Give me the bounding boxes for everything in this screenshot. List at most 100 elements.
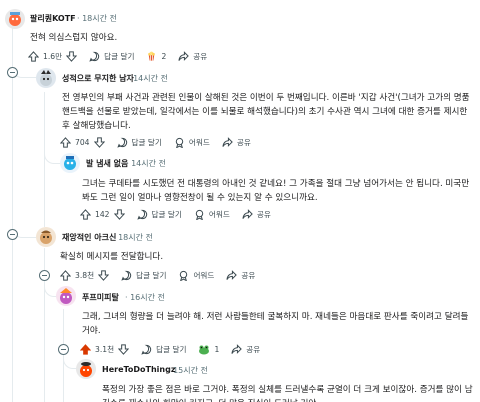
- avatar[interactable]: [36, 68, 56, 88]
- comment-actions: 142 답글 달기 어워드 공유: [80, 206, 283, 222]
- reply-label: 답글 달기: [151, 209, 182, 219]
- downvote-icon[interactable]: [118, 343, 130, 355]
- share-button[interactable]: 공유: [242, 208, 271, 220]
- avatar[interactable]: [76, 359, 96, 379]
- share-label: 공유: [256, 209, 271, 219]
- avatar[interactable]: [60, 153, 80, 173]
- award-button[interactable]: 어워드: [178, 270, 214, 281]
- vote-group: 3.1천: [80, 343, 130, 355]
- award-icon: [180, 270, 188, 281]
- comment-icon: [121, 270, 132, 281]
- vote-count: 3.8천: [75, 270, 95, 280]
- comment-timestamp: · 15시간 전: [168, 366, 208, 375]
- upvote-icon[interactable]: [80, 343, 91, 355]
- award-label: 어워드: [208, 209, 230, 219]
- comment-time: 15시간 전: [173, 366, 208, 375]
- vote-count: 3.1천: [95, 344, 115, 354]
- comment-body: 전혀 의심스럽지 않아요.: [30, 33, 118, 43]
- reply-label: 답글 달기: [131, 137, 162, 147]
- vote-group: 142: [80, 208, 125, 220]
- comment-timestamp: · 14시간 전: [126, 159, 166, 168]
- award-count: 2: [161, 51, 167, 61]
- comment-username[interactable]: 성적으로 무지한 남자: [62, 73, 134, 84]
- share-icon: [242, 208, 253, 219]
- award-button[interactable]: 어워드: [194, 209, 230, 220]
- comment-actions: 1.6만 답글 달기 2 공유: [28, 48, 219, 64]
- reply-label: 답글 달기: [156, 344, 187, 354]
- comment-actions: 3.1천 답글 달기 1 공유: [80, 341, 272, 357]
- upvote-icon[interactable]: [28, 50, 39, 62]
- reply-button[interactable]: 답글 달기: [136, 209, 182, 220]
- share-icon: [231, 343, 243, 354]
- avatar[interactable]: [56, 286, 76, 306]
- comment-actions: 704 답글 달기 어워드 공유: [60, 134, 263, 150]
- avatar[interactable]: [5, 9, 25, 29]
- vote-count: 704: [75, 137, 90, 147]
- comment-time: 18시간 전: [118, 233, 153, 242]
- comment-body: 전 영부인의 부패 사건과 관련된 인물이 살해된 것은 이번이 두 번째입니다…: [62, 93, 470, 131]
- collapse-button[interactable]: [39, 270, 50, 281]
- share-button[interactable]: 공유: [226, 269, 255, 281]
- collapse-button[interactable]: [58, 344, 69, 355]
- award-label: 어워드: [188, 137, 210, 147]
- upvote-icon[interactable]: [60, 136, 71, 148]
- downvote-icon[interactable]: [66, 50, 78, 62]
- thread-elbow: [44, 150, 60, 164]
- reply-button[interactable]: 답글 달기: [141, 344, 186, 355]
- comment-timestamp: · 18시간 전: [113, 233, 153, 242]
- award-icon: [175, 137, 184, 148]
- reply-label: 답글 달기: [136, 270, 167, 280]
- comment-username[interactable]: 발 냄새 없음: [86, 158, 128, 169]
- vote-group: 1.6만: [28, 50, 78, 62]
- share-button[interactable]: 공유: [178, 50, 207, 62]
- comment-icon: [136, 209, 147, 220]
- vote-group: 3.8천: [60, 269, 110, 281]
- award-icon: [195, 209, 204, 220]
- upvote-icon[interactable]: [80, 208, 91, 220]
- share-button[interactable]: 공유: [231, 343, 260, 355]
- avatar[interactable]: [36, 227, 56, 247]
- comment-icon: [89, 51, 100, 62]
- downvote-icon[interactable]: [93, 136, 105, 148]
- vote-group: 704: [60, 136, 105, 148]
- award-button[interactable]: 1: [198, 344, 219, 355]
- comment-username[interactable]: 재앙적인 아크신: [62, 232, 116, 243]
- vote-count: 1.6만: [43, 51, 63, 61]
- share-button[interactable]: 공유: [222, 136, 251, 148]
- downvote-icon[interactable]: [113, 208, 125, 220]
- thread-line: [12, 28, 13, 402]
- comment-time: 18시간 전: [82, 14, 117, 23]
- share-icon: [222, 136, 233, 147]
- comment-icon: [116, 137, 127, 148]
- comment-timestamp: · 18시간 전: [77, 14, 117, 23]
- reply-button[interactable]: 답글 달기: [116, 137, 162, 148]
- award-label: 어워드: [193, 270, 215, 280]
- award-frog-icon: [199, 345, 210, 354]
- collapse-button[interactable]: [7, 229, 18, 240]
- share-icon: [178, 50, 190, 61]
- comment-username[interactable]: 푸프미피탈: [82, 292, 119, 303]
- vote-count: 142: [95, 209, 110, 219]
- comment-time: 14시간 전: [133, 74, 168, 83]
- comment-body: 확실히 메시지를 전달합니다.: [60, 252, 164, 262]
- reply-label: 답글 달기: [104, 51, 135, 61]
- downvote-icon[interactable]: [98, 269, 110, 281]
- share-label: 공유: [236, 137, 251, 147]
- comment-timestamp: · 14시간 전: [128, 74, 168, 83]
- comment-icon: [141, 344, 152, 355]
- comment-username[interactable]: HereToDoThingz: [102, 365, 176, 374]
- award-button[interactable]: 2: [146, 50, 166, 62]
- reply-button[interactable]: 답글 달기: [121, 270, 166, 281]
- upvote-icon[interactable]: [60, 269, 71, 281]
- award-popcorn-icon: [148, 51, 156, 61]
- award-button[interactable]: 어워드: [174, 137, 210, 148]
- reply-button[interactable]: 답글 달기: [89, 51, 134, 62]
- comment-body: 폭정의 가장 좋은 점은 바로 그거야. 폭정의 실체를 드러낼수록 균열이 더…: [102, 385, 473, 402]
- collapse-button[interactable]: [7, 67, 18, 78]
- comment-body: 그래, 그녀의 형량을 더 늘려야 해. 저런 사람들한테 굴복하지 마. 재네…: [82, 312, 469, 336]
- thread-elbow: [63, 355, 77, 369]
- comment-timestamp: · 16시간 전: [125, 293, 165, 302]
- comment-body: 그녀는 쿠데타를 시도했던 전 대통령의 아내인 것 같네요! 그 가족을 절대…: [82, 179, 470, 203]
- comment-time: 16시간 전: [130, 293, 165, 302]
- comment-username[interactable]: 팔리퀀KOTF: [30, 13, 76, 24]
